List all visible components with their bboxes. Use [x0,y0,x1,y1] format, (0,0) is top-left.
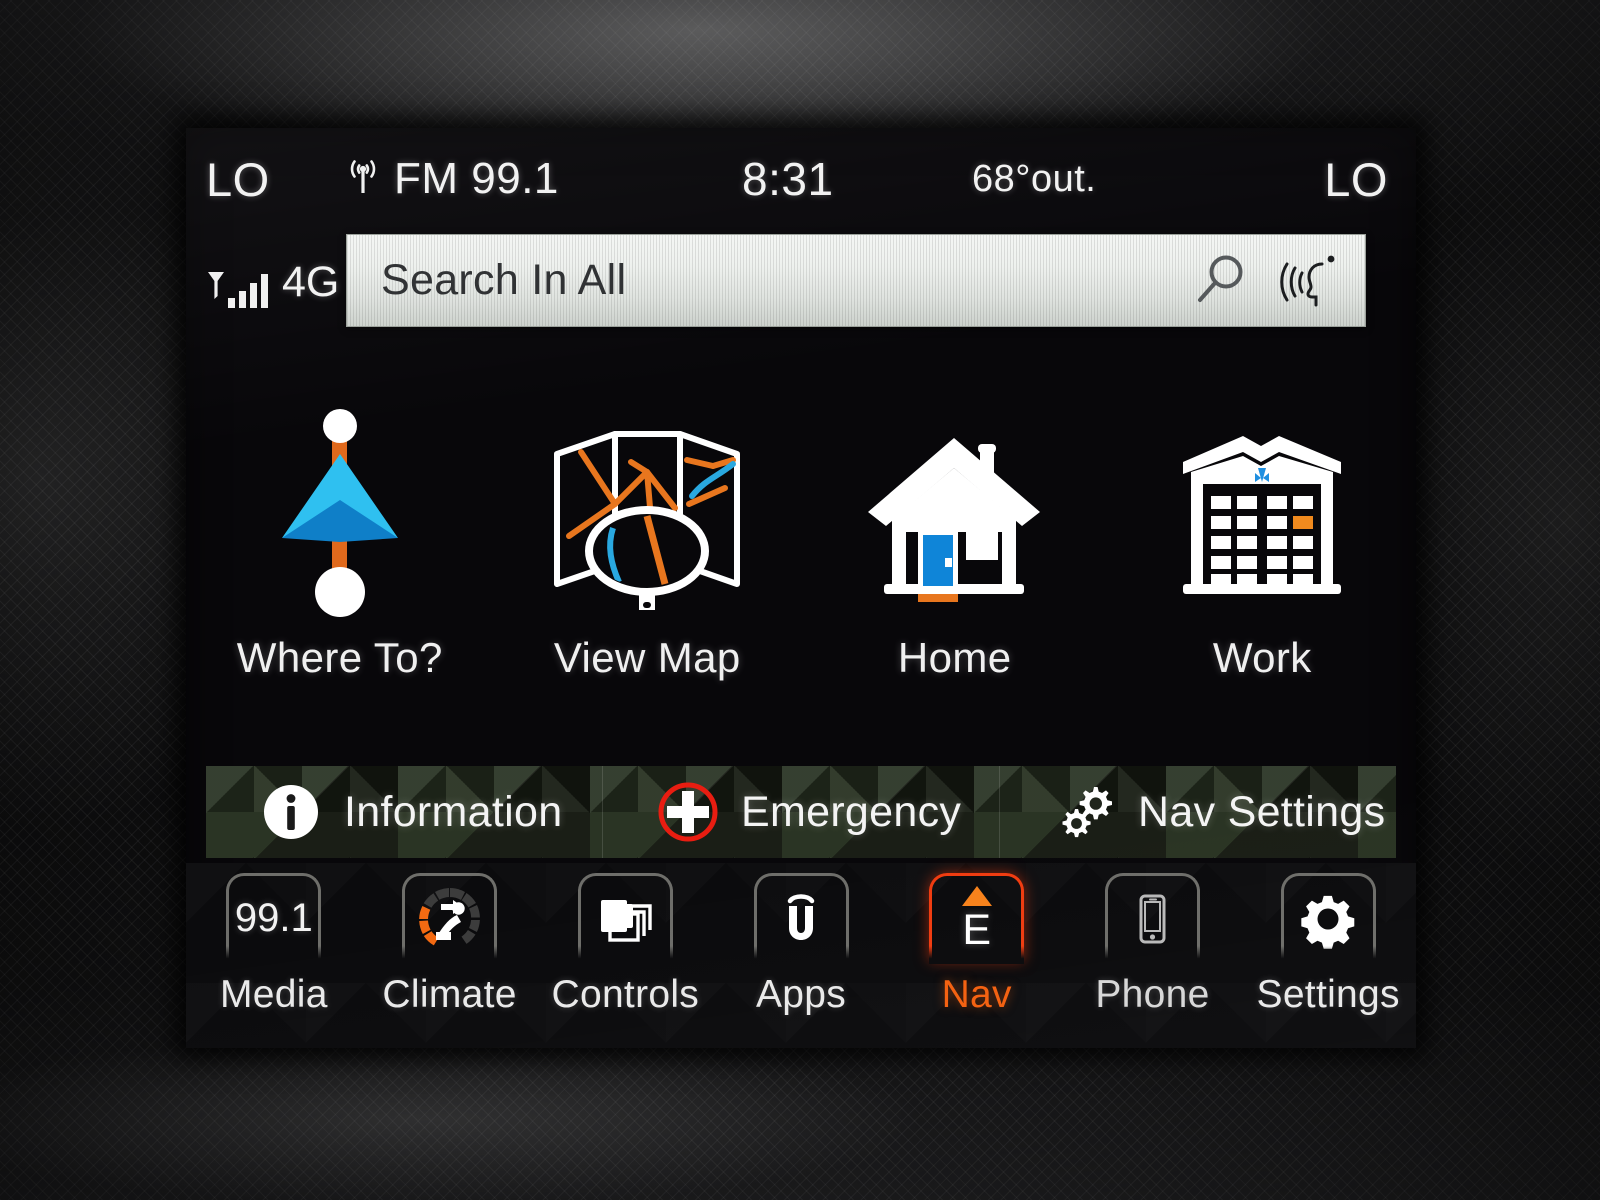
action-information[interactable]: Information [206,766,603,858]
view-map-art [547,398,747,628]
nav-tile[interactable]: E [929,873,1025,964]
media-tile[interactable]: 99.1 [226,873,322,964]
compass-heading-icon: E [961,885,992,954]
taskbar-item-phone[interactable]: Phone [1065,873,1241,1017]
outside-temperature: 68°out. [972,158,1097,200]
status-bar: LO FM 99.1 8:31 68°out. LO 4G [186,128,1416,308]
tile-work-label: Work [1212,634,1312,681]
taskbar-label-controls: Controls [551,973,700,1016]
media-frequency-label: 99.1 [234,896,313,940]
emergency-cross-icon [658,782,718,842]
action-nav-settings-label: Nav Settings [1138,787,1386,836]
nav-shortcut-grid: Where To? View Map Home Work [186,398,1416,763]
house-icon [868,437,1041,602]
passenger-temp-readout: LO [1324,153,1388,206]
uconnect-logo-icon [787,893,815,940]
climate-seat-icon [418,887,480,945]
tile-view-map-label: View Map [553,634,741,681]
work-art [1175,398,1350,628]
search-input[interactable]: Search In All [347,256,1189,305]
taskbar-item-climate[interactable]: Climate [362,873,538,1017]
main-taskbar: 99.1 Media Climate Controls Apps E Nav P… [186,863,1416,1048]
action-information-label: Information [344,787,563,836]
smartphone-icon [1139,894,1166,943]
tile-where-to-label: Where To? [236,634,443,681]
home-art [862,398,1047,628]
tile-view-map[interactable]: View Map [494,398,802,682]
broadcast-tower-icon [350,160,376,193]
tile-home[interactable]: Home [801,398,1109,682]
taskbar-label-settings: Settings [1256,973,1400,1016]
tile-home-label: Home [897,634,1012,681]
climate-tile[interactable] [402,873,498,964]
taskbar-item-controls[interactable]: Controls [537,873,713,1017]
magnifier-icon[interactable] [1189,250,1251,312]
where-to-art [260,398,420,628]
taskbar-item-settings[interactable]: Settings [1240,873,1416,1017]
info-circle-icon [264,785,318,839]
stacked-panels-icon [601,899,652,942]
radio-source-label: FM 99.1 [394,154,559,203]
voice-command-icon[interactable] [1275,250,1345,312]
network-type-label: 4G [282,258,340,306]
infotainment-screen[interactable]: LO FM 99.1 8:31 68°out. LO 4G Search In … [186,128,1416,1048]
taskbar-label-phone: Phone [1095,973,1210,1016]
tile-work[interactable]: Work [1109,398,1417,682]
folded-map-magnifier-icon [554,430,741,610]
office-building-icon [1182,435,1341,594]
action-nav-settings[interactable]: Nav Settings [1000,766,1396,858]
gear-icon [1301,895,1355,949]
search-bar[interactable]: Search In All [346,234,1366,327]
north-indicator-triangle [961,885,992,906]
taskbar-item-nav[interactable]: E Nav [889,873,1065,1017]
phone-tile[interactable] [1104,873,1200,964]
controls-tile[interactable] [577,873,673,964]
heading-letter: E [962,905,992,954]
taskbar-item-apps[interactable]: Apps [713,873,889,1017]
driver-temp-readout: LO [206,153,270,206]
settings-tile[interactable] [1280,873,1376,964]
taskbar-label-climate: Climate [382,973,517,1016]
apps-tile[interactable] [753,873,849,964]
taskbar-item-media[interactable]: 99.1 Media [186,873,362,1017]
action-emergency-label: Emergency [741,787,962,836]
nav-action-bar: Information Emergency Nav Settings [206,766,1396,858]
cellular-signal-icon [208,272,268,308]
taskbar-label-apps: Apps [755,973,847,1016]
taskbar-label-media: Media [219,973,328,1016]
gears-icon [1062,787,1112,838]
tile-where-to[interactable]: Where To? [186,398,494,682]
navigation-arrow-icon [281,408,398,617]
action-emergency[interactable]: Emergency [603,766,1000,858]
clock: 8:31 [742,153,834,205]
taskbar-label-nav: Nav [941,973,1012,1016]
